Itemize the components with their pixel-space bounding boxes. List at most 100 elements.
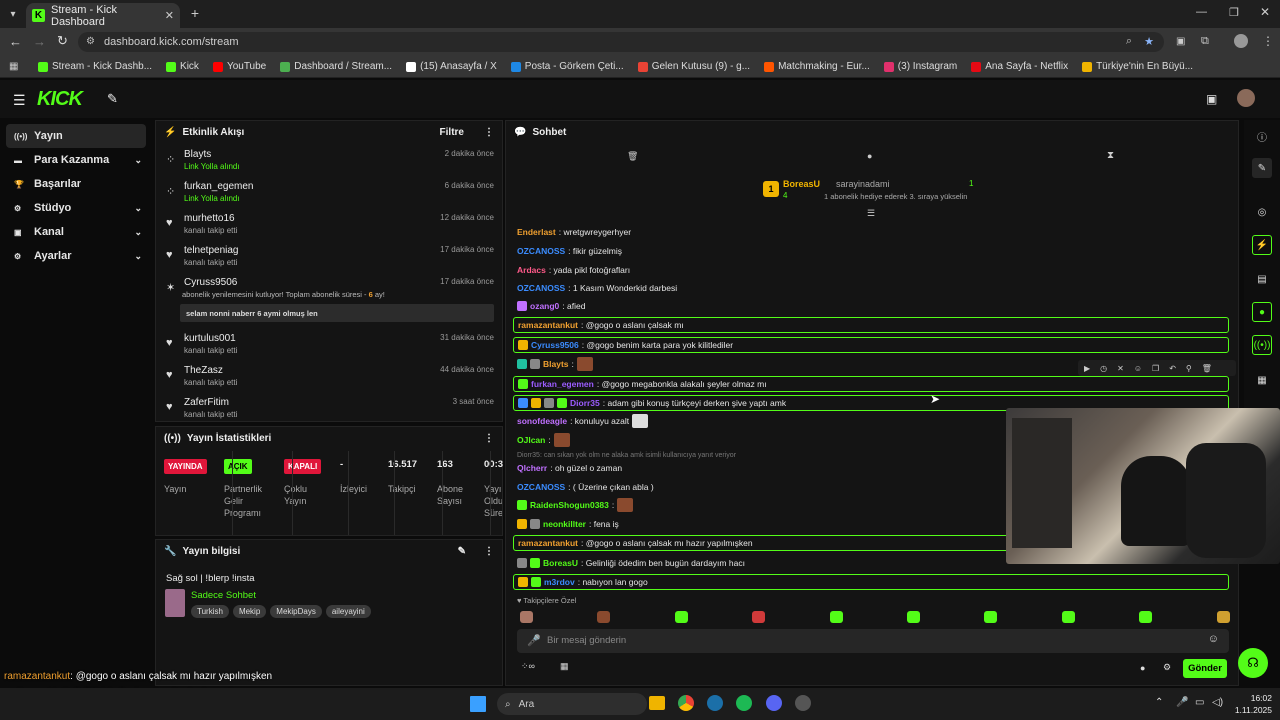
sidebar-item[interactable]: 🏆 Başarılar (0, 172, 152, 196)
chat-message[interactable]: OZCANOSS: 1 Kasım Wonderkid darbesi (517, 280, 677, 296)
activity-event[interactable]: ♥ murhetto16 kanalı takip etti 12 dakika ön… (156, 211, 502, 243)
tray-network-icon[interactable]: ▭ (1195, 697, 1204, 708)
event-user[interactable]: TheZasz (184, 365, 223, 376)
subscription-event[interactable]: ✶ Cyruss9506 17 dakika önce abonelik yenile… (156, 275, 502, 329)
emote-button[interactable] (1139, 611, 1153, 623)
trash-icon[interactable]: 🗑 (627, 151, 638, 162)
chat-users-icon[interactable]: ⁘∞ (521, 661, 535, 672)
emote-button[interactable] (520, 611, 533, 623)
target-icon[interactable]: ◎ (1252, 202, 1272, 222)
chat-username[interactable]: ramazantankut (518, 320, 578, 330)
leader-other-user[interactable]: sarayinadami (836, 179, 890, 189)
bookmark-item[interactable]: Posta - Görkem Çeti... (510, 61, 624, 72)
chat-message[interactable]: neonkillter: fena iş (517, 516, 619, 532)
steam-icon[interactable] (707, 695, 723, 711)
chat-username[interactable]: neonkillter (543, 519, 586, 529)
chat-username[interactable]: ozang0 (530, 301, 559, 311)
chat-username[interactable]: OJlcan (517, 435, 545, 445)
event-user[interactable]: telnetpeniag (184, 245, 239, 256)
bookmark-item[interactable]: (3) Instagram (883, 61, 957, 72)
tray-mic-icon[interactable]: 🎤 (1176, 697, 1188, 708)
sidebar-item[interactable]: ⚙ Stüdyo ⌄ (0, 196, 152, 220)
category-name[interactable]: Sadece Sohbet (191, 590, 256, 601)
stream-tag[interactable]: aileyayini (325, 605, 371, 618)
send-button[interactable]: Gönder (1183, 659, 1227, 678)
chat-username[interactable]: ramazantankut (518, 538, 578, 548)
activity-event[interactable]: ♥ telnetpeniag kanalı takip etti 17 dakika … (156, 243, 502, 275)
hamburger-menu-icon[interactable]: ☰ (13, 92, 26, 109)
maximize-icon[interactable]: ❐ (1229, 6, 1239, 19)
emote-button[interactable] (597, 611, 611, 623)
chat-message[interactable]: sonofdeagle: konuluyu azalt (517, 413, 649, 429)
tray-chevron-icon[interactable]: ⌃ (1155, 697, 1163, 708)
chat-username[interactable]: OZCANOSS (517, 246, 565, 256)
bookmark-item[interactable]: (15) Anasayfa / X (406, 61, 497, 72)
activity-event[interactable]: ⁘ Blayts Link Yolla alındı 2 dakika önce (156, 147, 502, 179)
close-tab-icon[interactable]: ✕ (165, 9, 174, 22)
chat-username[interactable]: Cyruss9506 (531, 340, 579, 350)
tab-kick-dashboard[interactable]: K Stream - Kick Dashboard ✕ (26, 3, 180, 28)
zoom-icon[interactable]: ⌕ (1126, 35, 1132, 48)
chat-username[interactable]: Qlcherr (517, 463, 547, 473)
pin-icon[interactable]: ✎ (107, 91, 118, 107)
bookmark-item[interactable]: Gelen Kutusu (9) - g... (637, 61, 750, 72)
browser-menu-icon[interactable]: ⋮ (1262, 34, 1274, 48)
chat-message[interactable]: BoreasU: Gelinliği ödedim ben bugün dard… (517, 555, 745, 571)
chat-bubble-icon[interactable]: ● (867, 151, 872, 161)
kick-logo[interactable]: KICK (37, 88, 83, 111)
chevron-down-icon[interactable]: ⌄ (134, 203, 142, 214)
site-info-icon[interactable]: ⚙ (86, 36, 95, 47)
chevron-down-icon[interactable]: ⌄ (134, 251, 142, 262)
stream-tag[interactable]: Turkish (191, 605, 229, 618)
emote-button[interactable] (752, 611, 766, 623)
creator-tools-icon[interactable]: ▣ (1206, 92, 1217, 106)
address-bar[interactable]: ⚙ dashboard.kick.com/stream ⌕ ★ (78, 32, 1164, 52)
chat-store-icon[interactable]: ▦ (560, 661, 569, 672)
edit-icon[interactable]: ✎ (458, 546, 466, 557)
chevron-down-icon[interactable]: ⌄ (134, 155, 142, 166)
chat-username[interactable]: OZCANOSS (517, 283, 565, 293)
sidebar-item[interactable]: ▣ Kanal ⌄ (0, 220, 152, 244)
more-icon[interactable]: ⋮ (484, 127, 494, 138)
chat-username[interactable]: m3rdov (544, 577, 575, 587)
spotify-icon[interactable] (736, 695, 752, 711)
chat-message[interactable]: OZCANOSS: fikir güzelmiş (517, 243, 622, 259)
bookmark-star-icon[interactable]: ★ (1144, 35, 1154, 48)
chevron-down-icon[interactable]: ⌄ (134, 227, 142, 238)
discord-icon[interactable] (766, 695, 782, 711)
emote-button[interactable] (1216, 611, 1230, 623)
profile-avatar-icon[interactable] (1234, 34, 1248, 48)
new-tab-icon[interactable]: + (188, 5, 202, 21)
chat-message[interactable]: Enderlast: wretgwreygerhyer (517, 224, 631, 240)
delete-icon[interactable]: 🗑 (1202, 364, 1212, 373)
activity-event[interactable]: ⁘ furkan_egemen Link Yolla alındı 6 dakika … (156, 179, 502, 211)
user-avatar[interactable] (1237, 89, 1255, 107)
more-icon[interactable]: ⋮ (484, 546, 494, 557)
chat-username[interactable]: Enderlast (517, 227, 556, 237)
chat-username[interactable]: Ardacs (517, 265, 546, 275)
more-icon[interactable]: ⋮ (484, 433, 494, 444)
chat-username[interactable]: Diorr35 (570, 398, 600, 408)
emote-button[interactable] (829, 611, 843, 623)
chat-input[interactable]: 🎤 Bir mesaj gönderin ☺ (517, 629, 1229, 653)
tray-volume-icon[interactable]: ◁) (1212, 697, 1223, 708)
app-icon[interactable] (795, 695, 811, 711)
sidebar-item[interactable]: ▬ Para Kazanma ⌄ (0, 148, 152, 172)
emote-button[interactable] (674, 611, 688, 623)
chat-message[interactable]: m3rdov: nabıyon lan gogo (513, 574, 1229, 590)
chrome-icon[interactable] (678, 695, 694, 711)
copy-icon[interactable]: ❐ (1152, 364, 1159, 373)
event-user[interactable]: murhetto16 (184, 213, 235, 224)
windows-start-icon[interactable] (470, 696, 486, 712)
bookmark-item[interactable]: Türkiye'nin En Büyü... (1082, 61, 1193, 72)
sidebar-item[interactable]: ((•)) Yayın (6, 124, 146, 148)
chat-message[interactable]: ramazantankut: @gogo o aslanı çalsak mı (513, 317, 1229, 333)
back-icon[interactable]: ← (9, 34, 22, 49)
info-icon[interactable]: ⓘ (1252, 126, 1272, 146)
clock-icon[interactable]: ◷ (1100, 364, 1107, 373)
extension-icon[interactable]: ▣ (1176, 36, 1185, 47)
pin-message-icon[interactable]: ⚲ (1186, 364, 1192, 373)
chat-username[interactable]: RaidenShogun0383 (530, 500, 609, 510)
chat-message[interactable]: ozang0: afied (517, 298, 585, 314)
chat-message[interactable]: RaidenShogun0383: (517, 497, 634, 513)
